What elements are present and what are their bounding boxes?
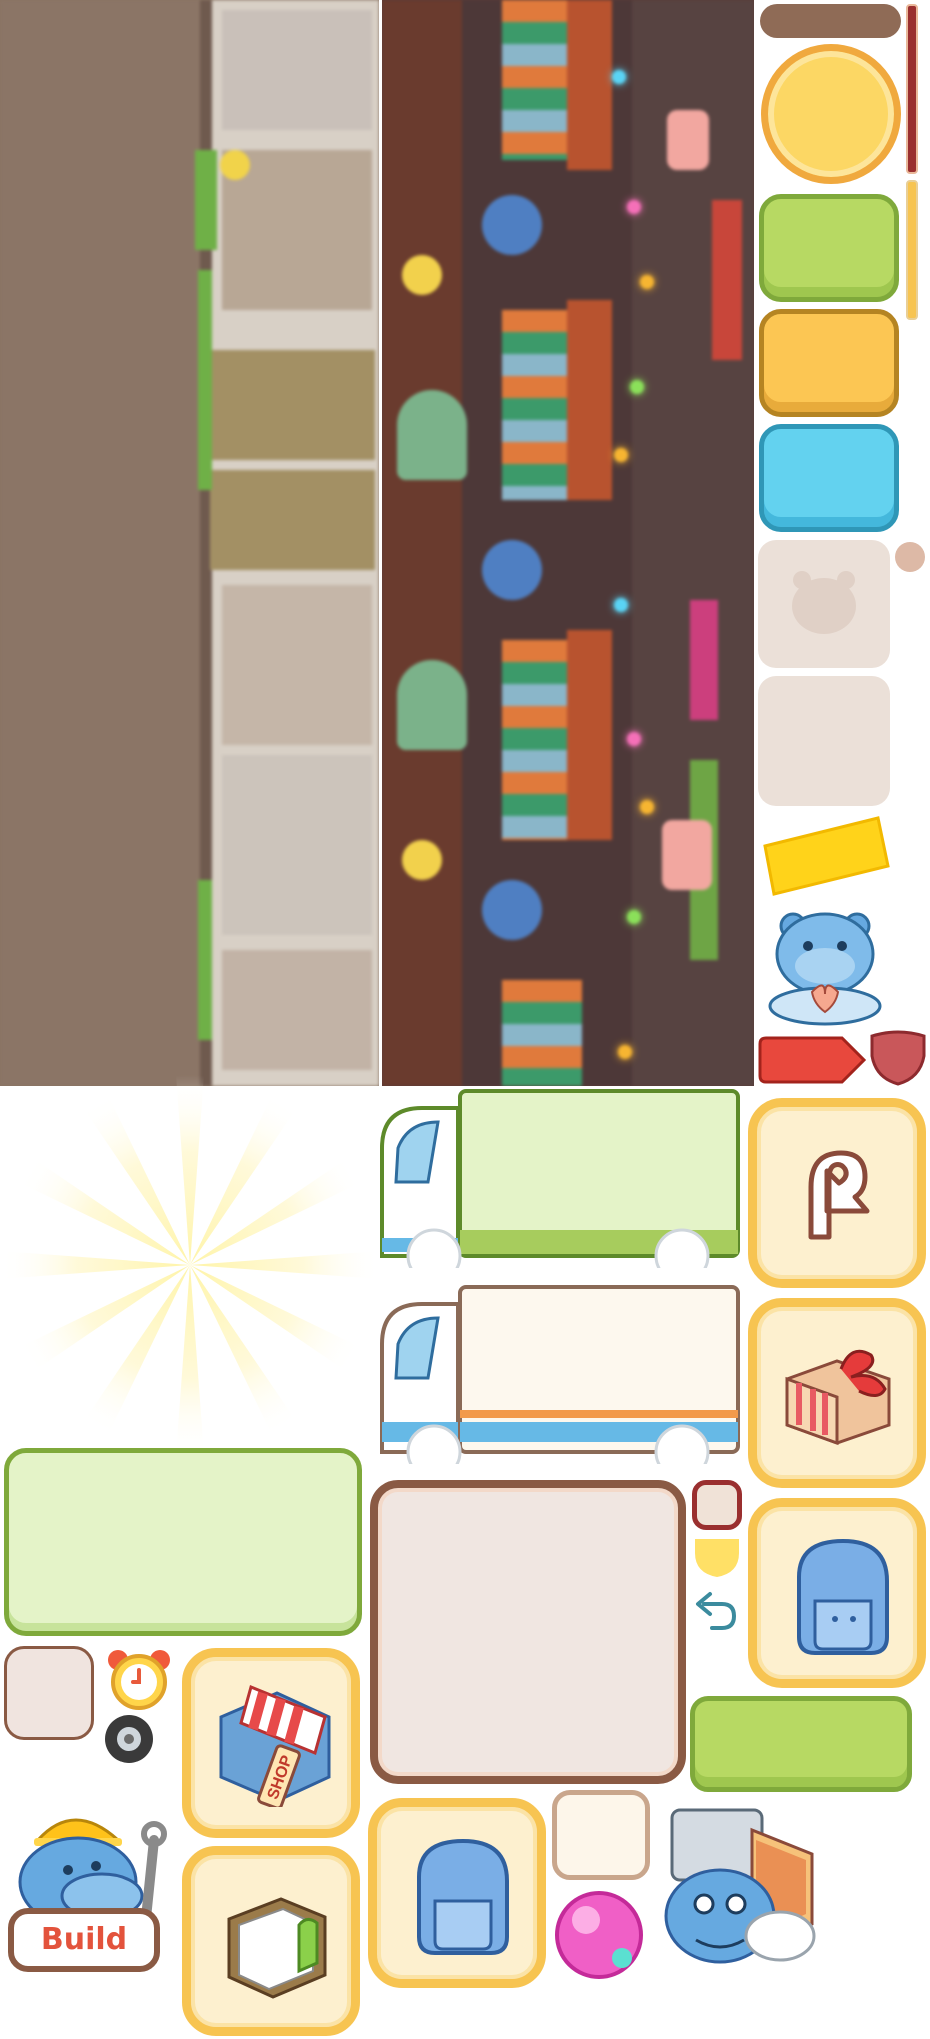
book-tile-button[interactable] <box>182 1846 360 2036</box>
beige-slot-with-hippo <box>758 540 890 668</box>
robot-hippo-icon <box>664 1808 816 1964</box>
sun-rays-icon <box>0 1075 380 1455</box>
undo-arrow-icon <box>696 1592 737 1630</box>
small-cream-slot <box>552 1790 650 1880</box>
yellow-button[interactable] <box>759 309 899 417</box>
shop-tile-button[interactable]: SHOP <box>182 1648 360 1838</box>
slider-track-vertical-gold <box>906 180 918 320</box>
book-icon <box>227 1897 327 1999</box>
hippo-heart-mascot-icon <box>768 912 882 1026</box>
green-panel-large <box>4 1448 362 1636</box>
small-slot <box>4 1646 94 1740</box>
redo-arrow-icon <box>808 1150 870 1240</box>
beige-slot <box>758 676 890 806</box>
build-button-label: Build <box>40 1922 128 1957</box>
blue-button[interactable] <box>759 424 899 532</box>
green-truck-icon <box>380 1089 740 1268</box>
gift-box-icon <box>785 1349 891 1446</box>
backpack-tile-button-2[interactable] <box>368 1798 546 1988</box>
hippo-silhouette-icon <box>792 571 856 634</box>
market-street-background <box>382 0 754 1086</box>
backpack-icon <box>797 1538 889 1655</box>
alarm-clock-icon <box>108 1650 170 1710</box>
coin-icon <box>761 44 901 184</box>
content-panel <box>370 1480 686 1784</box>
redo-tile-button[interactable] <box>748 1098 926 1288</box>
green-button-wide[interactable] <box>690 1696 912 1792</box>
gift-tile-button[interactable] <box>748 1298 926 1488</box>
backpack-tile-button[interactable] <box>748 1498 926 1688</box>
shop-building-icon: SHOP <box>219 1684 331 1807</box>
small-round-slot <box>692 1480 742 1530</box>
red-shield-icon <box>870 1030 926 1086</box>
green-button[interactable] <box>759 194 899 302</box>
slider-track-vertical <box>906 4 918 174</box>
gumball-icon <box>555 1891 643 1979</box>
backpack-icon-2 <box>417 1838 509 1955</box>
tire-icon <box>105 1715 153 1763</box>
small-beige-dot <box>895 542 925 572</box>
ribbon-banner-icon <box>763 816 890 896</box>
brown-bar <box>760 4 901 38</box>
storefront-background-left <box>0 0 379 1086</box>
build-button[interactable]: Build <box>8 1908 160 1972</box>
white-truck-icon <box>380 1285 740 1464</box>
red-tag-icon <box>758 1036 867 1084</box>
yellow-shield-icon <box>695 1539 739 1577</box>
